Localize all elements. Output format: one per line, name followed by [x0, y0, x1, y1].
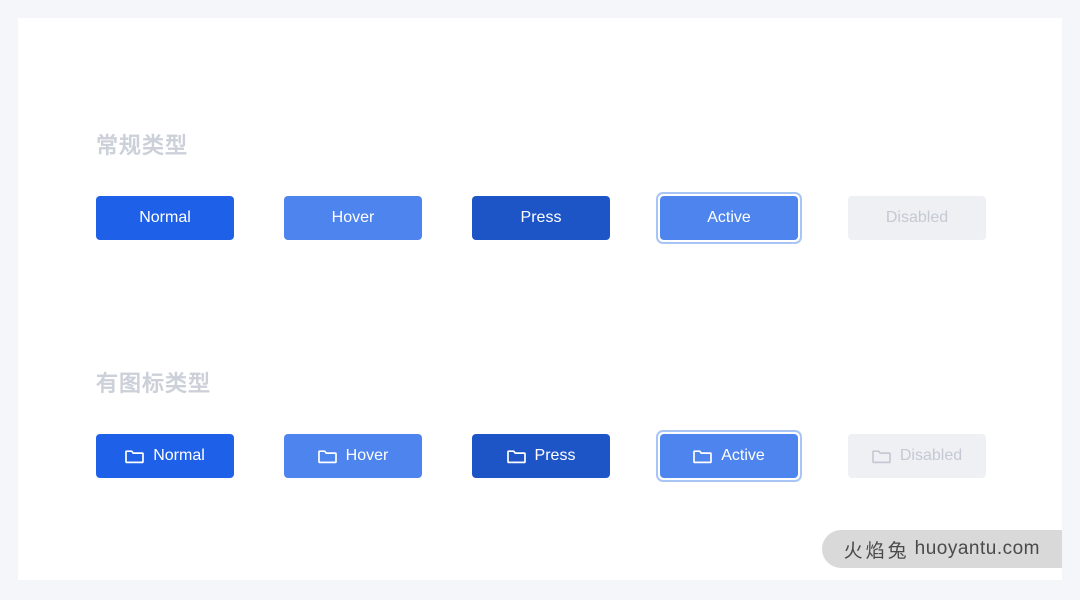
button-active-with-icon[interactable]: Active [656, 430, 802, 482]
button-slot: Normal [96, 196, 284, 240]
button-slot: Active [656, 430, 848, 482]
folder-icon [693, 447, 713, 466]
button-press[interactable]: Press [472, 196, 610, 240]
button-label: Disabled [899, 447, 963, 464]
button-hover[interactable]: Hover [284, 196, 422, 240]
section-title-normal: 常规类型 [96, 133, 189, 158]
button-normal[interactable]: Normal [96, 196, 234, 240]
button-label: Hover [331, 209, 375, 226]
design-canvas: 常规类型 Normal Hover Press Active Disabled 有图标类… [18, 18, 1062, 580]
button-slot: Hover [284, 196, 472, 240]
watermark-domain: huoyantu.com [914, 538, 1040, 559]
watermark-brand: 火焰兔 [843, 540, 910, 562]
folder-icon [872, 447, 891, 466]
button-normal-with-icon[interactable]: Normal [96, 434, 234, 478]
button-slot: Hover [284, 434, 472, 478]
section-title-icon: 有图标类型 [96, 371, 212, 396]
button-label: Active [707, 209, 751, 226]
button-slot: Normal [96, 434, 284, 478]
button-label: Normal [139, 209, 191, 226]
watermark: 火焰兔 huoyantu.com [821, 530, 1062, 568]
button-active[interactable]: Active [656, 192, 802, 244]
button-slot: Disabled [848, 434, 1036, 478]
button-label: Hover [345, 447, 389, 464]
button-label: Active [721, 447, 765, 464]
folder-icon [317, 447, 337, 466]
section-icon-type: 有图标类型 Normal Hover Press Active Disabled [96, 368, 1036, 482]
folder-icon [506, 447, 526, 466]
button-hover-with-icon[interactable]: Hover [284, 434, 422, 478]
button-disabled: Disabled [848, 196, 986, 240]
button-slot: Press [472, 434, 660, 478]
button-label: Press [520, 209, 562, 226]
section-normal-type: 常规类型 Normal Hover Press Active Disabled [96, 130, 1036, 244]
button-row-normal: Normal Hover Press Active Disabled [96, 192, 1036, 244]
button-slot: Press [472, 196, 660, 240]
folder-icon [125, 447, 145, 466]
button-label: Press [534, 447, 576, 464]
button-label: Normal [153, 447, 205, 464]
button-press-with-icon[interactable]: Press [472, 434, 610, 478]
button-label: Disabled [885, 209, 949, 226]
button-slot: Active [656, 192, 848, 244]
button-slot: Disabled [848, 196, 1036, 240]
button-row-icon: Normal Hover Press Active Disabled [96, 430, 1036, 482]
button-disabled-with-icon: Disabled [848, 434, 986, 478]
